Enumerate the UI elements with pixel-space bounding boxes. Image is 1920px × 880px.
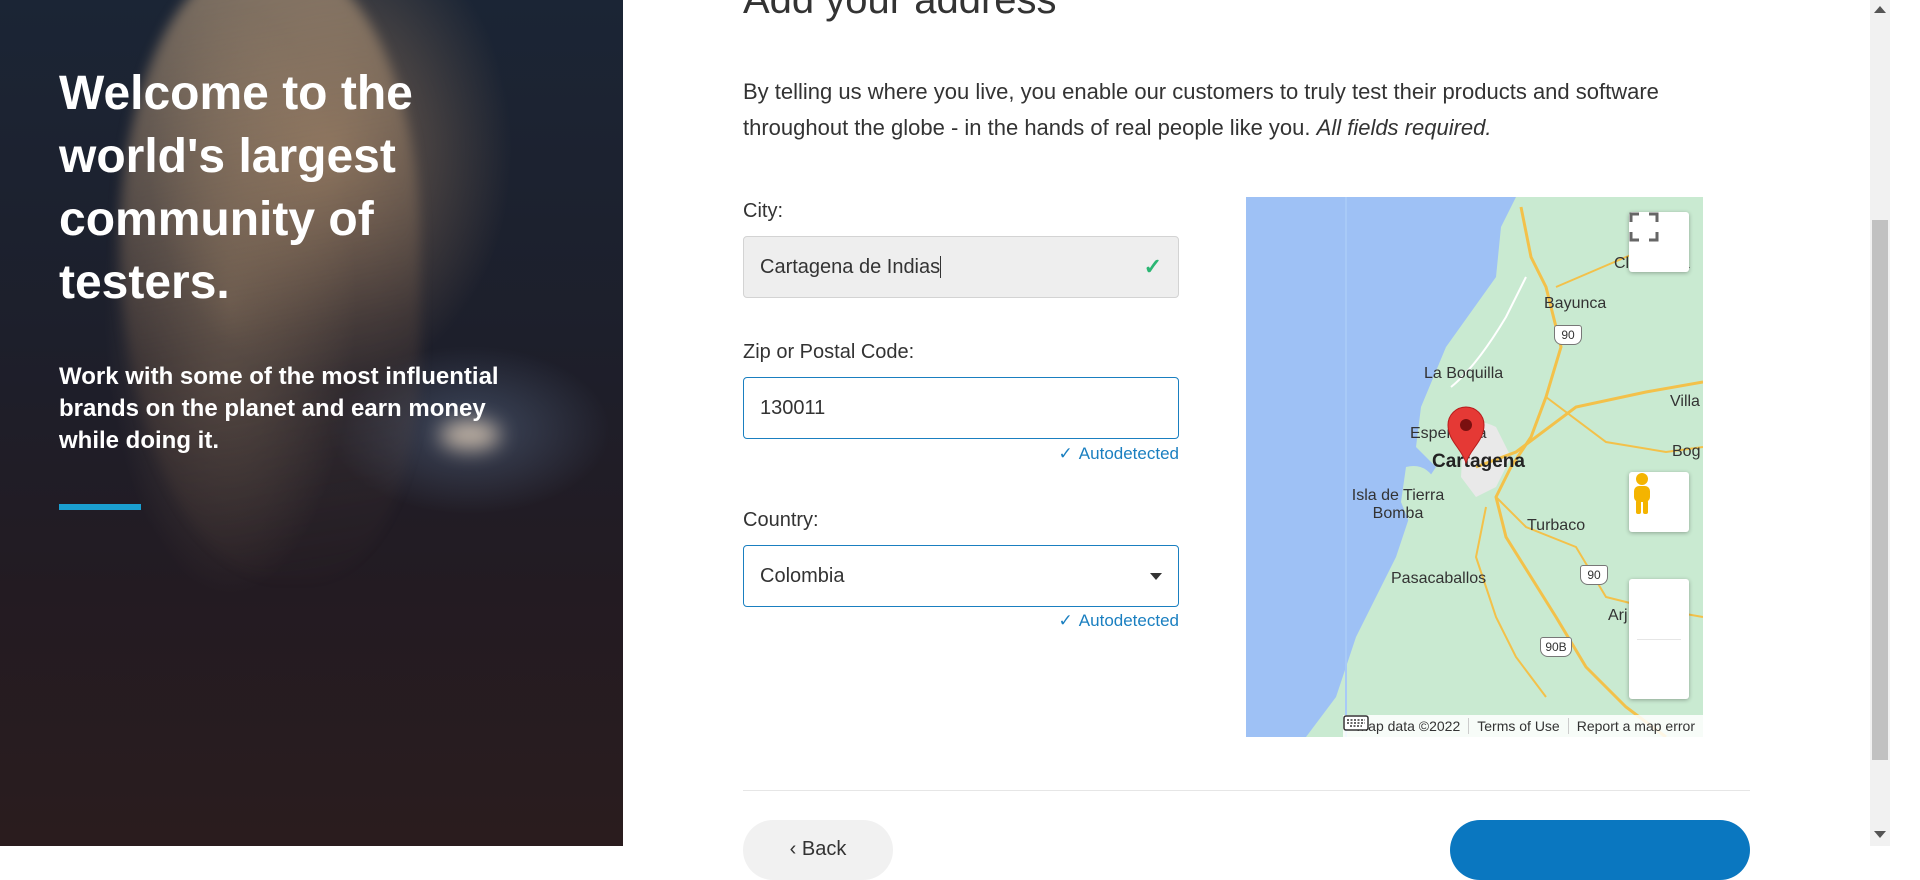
zoom-controls[interactable]	[1629, 579, 1689, 699]
route-shield: 90	[1554, 325, 1582, 345]
fullscreen-button[interactable]	[1629, 212, 1689, 272]
country-value: Colombia	[760, 564, 845, 587]
accent-bar	[59, 504, 141, 510]
map-label-turbaco: Turbaco	[1527, 517, 1586, 534]
hero-panel: Welcome to the world's largest community…	[0, 0, 623, 846]
map-label-bog: Bog	[1672, 443, 1701, 460]
required-note: All fields required.	[1316, 115, 1492, 140]
zip-label: Zip or Postal Code:	[743, 341, 915, 363]
report-map-error-link[interactable]: Report a map error	[1567, 718, 1703, 734]
street-view-button[interactable]	[1629, 472, 1689, 532]
check-icon: ✓	[1058, 444, 1073, 463]
scroll-up-icon[interactable]	[1874, 6, 1886, 13]
zoom-out-button[interactable]	[1629, 640, 1689, 699]
map-label-bayunca: Bayunca	[1544, 295, 1607, 312]
scroll-down-icon[interactable]	[1874, 831, 1886, 838]
intro-body: By telling us where you live, you enable…	[743, 79, 1659, 140]
check-icon: ✓	[1058, 611, 1073, 630]
page-title: Add your address	[743, 0, 1057, 22]
address-form: Add your address By telling us where you…	[623, 0, 1870, 880]
city-value: Cartagena de Indias	[760, 255, 942, 279]
map-label-villa: Villa	[1670, 393, 1700, 410]
map-label-la-boquilla: La Boquilla	[1424, 365, 1504, 382]
route-shield: 90	[1580, 565, 1608, 585]
zip-value: 130011	[760, 396, 826, 419]
text-cursor	[940, 256, 942, 279]
hero-headline: Welcome to the world's largest community…	[59, 67, 413, 309]
country-select[interactable]: Colombia	[743, 545, 1179, 607]
country-label: Country:	[743, 509, 819, 531]
map-footer: Map data ©2022 Terms of Use Report a map…	[1342, 715, 1703, 737]
check-icon: ✓	[1143, 254, 1162, 279]
map-label-isla: Isla de Tierra Bomba	[1351, 487, 1445, 522]
country-autodetected: ✓ Autodetected	[1058, 611, 1179, 630]
scroll-thumb[interactable]	[1872, 220, 1888, 760]
city-label: City:	[743, 200, 783, 222]
next-button[interactable]	[1450, 820, 1750, 880]
back-button[interactable]: ‹ Back	[743, 820, 893, 880]
chevron-down-icon	[1150, 572, 1162, 580]
city-field[interactable]: Cartagena de Indias ✓	[743, 236, 1179, 298]
pegman-icon	[1634, 473, 1650, 514]
intro-text: By telling us where you live, you enable…	[743, 74, 1663, 146]
fullscreen-icon	[1629, 212, 1659, 242]
hero-subtext: Work with some of the most influential b…	[59, 363, 499, 454]
zip-autodetected: ✓ Autodetected	[1058, 444, 1179, 463]
terms-link[interactable]: Terms of Use	[1468, 718, 1567, 734]
route-shield: 90B	[1540, 637, 1572, 657]
form-divider	[743, 790, 1750, 791]
location-map[interactable]: Ca Clemencia Bayunca La Boquilla Villa E…	[1246, 197, 1703, 737]
map-label-pasacaballos: Pasacaballos	[1391, 570, 1487, 587]
map-pin-icon[interactable]	[1446, 405, 1486, 465]
keyboard-icon[interactable]	[1342, 715, 1369, 731]
zip-field[interactable]: 130011	[743, 377, 1179, 439]
map-label-arj: Arj	[1608, 607, 1628, 624]
zoom-in-button[interactable]	[1629, 579, 1689, 639]
page-scrollbar[interactable]	[1870, 0, 1890, 846]
